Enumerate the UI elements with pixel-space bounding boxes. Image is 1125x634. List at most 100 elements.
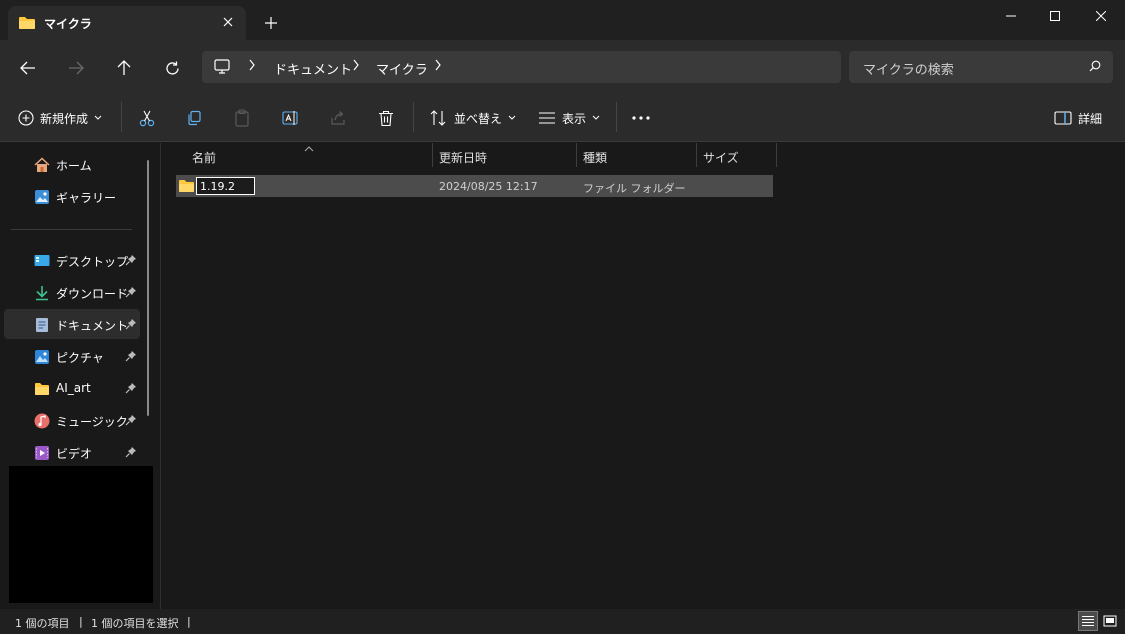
details-pane-button[interactable]: 詳細 — [1054, 106, 1102, 130]
selection-count: 1 個の項目を選択 — [91, 617, 179, 630]
back-button[interactable] — [14, 54, 42, 82]
status-bar: 1 個の項目 | 1 個の項目を選択 | — [0, 609, 1125, 634]
close-window-button[interactable] — [1078, 0, 1124, 32]
folder-icon — [35, 383, 49, 395]
sidebar-item-gallery[interactable]: ギャラリー — [4, 181, 140, 211]
status-divider: | — [187, 615, 191, 628]
clipboard-icon — [235, 109, 249, 127]
maximize-button[interactable] — [1032, 0, 1078, 32]
scissors-icon — [139, 110, 155, 127]
copy-button[interactable] — [186, 106, 202, 130]
paste-button[interactable] — [234, 106, 250, 130]
sidebar-item-desktop[interactable]: デスクトップ — [4, 245, 140, 275]
music-icon — [34, 413, 50, 429]
item-count: 1 個の項目 — [15, 617, 70, 630]
file-list: 名前 更新日時 種類 サイズ 2024/08/25 12:17 ファイル フォル… — [161, 143, 1125, 609]
tab-title: マイクラ — [44, 17, 92, 31]
share-icon — [331, 111, 345, 125]
desktop-icon — [34, 255, 50, 266]
column-divider[interactable] — [776, 143, 777, 167]
tiles-view-button[interactable] — [1100, 611, 1120, 631]
plus-circle-icon — [18, 110, 34, 126]
black-region — [9, 466, 153, 603]
chevron-down-icon — [94, 115, 102, 120]
details-pane-label: 詳細 — [1078, 111, 1103, 126]
chevron-down-icon — [508, 115, 516, 120]
column-header-type[interactable]: 種類 — [577, 143, 697, 169]
details-view-button[interactable] — [1078, 611, 1098, 631]
pictures-icon — [35, 350, 49, 364]
trash-icon — [379, 110, 393, 126]
breadcrumb-maikura[interactable]: マイクラ — [376, 59, 428, 78]
pin-icon — [125, 415, 136, 426]
video-icon — [35, 446, 49, 460]
sidebar-divider — [11, 229, 132, 230]
rename-icon — [282, 111, 298, 125]
sidebar-item-home[interactable]: ホーム — [4, 149, 140, 179]
status-divider: | — [79, 615, 83, 628]
pin-icon — [125, 255, 136, 266]
search-icon — [1089, 60, 1101, 75]
toolbar-divider — [616, 102, 617, 132]
sidebar-item-documents[interactable]: ドキュメント — [4, 309, 140, 339]
chevron-right-icon[interactable] — [248, 59, 256, 74]
sidebar-item-ai-art[interactable]: AI_art — [4, 373, 140, 403]
column-header-modified[interactable]: 更新日時 — [433, 143, 577, 169]
up-button[interactable] — [110, 54, 138, 82]
more-icon — [632, 116, 650, 120]
sidebar-item-videos[interactable]: ビデオ — [4, 437, 140, 467]
copy-icon — [188, 110, 201, 126]
breadcrumb-documents[interactable]: ドキュメント — [274, 59, 352, 78]
file-type: ファイル フォルダー — [583, 182, 686, 195]
title-bar: マイクラ — [0, 0, 1125, 40]
sidebar-scrollbar[interactable] — [147, 160, 149, 416]
delete-button[interactable] — [378, 106, 394, 130]
refresh-button[interactable] — [158, 54, 186, 82]
table-row[interactable]: 2024/08/25 12:17 ファイル フォルダー — [176, 175, 773, 197]
details-view-icon — [1082, 616, 1094, 626]
download-icon — [36, 286, 48, 301]
new-button[interactable]: 新規作成 — [18, 106, 102, 130]
home-icon — [34, 157, 50, 172]
navigation-pane: ホーム ギャラリー デスクトップ ダウンロード ドキュメント ピクチャ AI_a… — [0, 143, 160, 609]
cut-button[interactable] — [138, 106, 156, 130]
sidebar-item-downloads[interactable]: ダウンロード — [4, 277, 140, 307]
column-header-size[interactable]: サイズ — [697, 143, 777, 169]
rename-input[interactable] — [196, 177, 255, 195]
search-input[interactable]: マイクラの検索 — [863, 59, 954, 78]
toolbar-divider — [413, 102, 414, 132]
search-box[interactable]: マイクラの検索 — [849, 51, 1113, 83]
sidebar-item-music[interactable]: ミュージック — [4, 405, 140, 435]
view-button[interactable]: 表示 — [538, 106, 600, 130]
details-pane-icon — [1054, 111, 1072, 125]
sort-button-label: 並べ替え — [454, 111, 503, 126]
document-icon — [36, 318, 48, 332]
chevron-right-icon[interactable] — [434, 59, 442, 74]
folder-icon — [18, 16, 36, 33]
tab-active[interactable]: マイクラ — [8, 6, 246, 40]
close-icon[interactable] — [218, 12, 238, 32]
more-options-button[interactable] — [632, 106, 650, 130]
minimize-button[interactable] — [988, 0, 1034, 32]
share-button[interactable] — [330, 106, 346, 130]
pin-icon — [125, 351, 136, 362]
view-button-label: 表示 — [562, 111, 587, 126]
sort-button[interactable]: 並べ替え — [430, 106, 516, 130]
command-bar: 新規作成 並べ替え 表示 詳細 — [0, 94, 1125, 142]
list-view-icon — [539, 112, 555, 124]
new-button-label: 新規作成 — [40, 111, 89, 126]
computer-icon — [214, 59, 230, 77]
file-modified: 2024/08/25 12:17 — [439, 180, 538, 193]
pin-icon — [125, 319, 136, 330]
sidebar-item-pictures[interactable]: ピクチャ — [4, 341, 140, 371]
chevron-right-icon[interactable] — [352, 59, 360, 74]
address-bar[interactable]: ドキュメント マイクラ — [202, 51, 841, 83]
pin-icon — [125, 447, 136, 458]
toolbar-divider — [121, 102, 122, 132]
gallery-icon — [35, 190, 49, 204]
column-header-name[interactable]: 名前 — [186, 143, 433, 169]
sort-icon — [430, 110, 446, 126]
rename-button[interactable] — [282, 106, 300, 130]
forward-button[interactable] — [62, 54, 90, 82]
new-tab-button[interactable] — [260, 12, 282, 34]
